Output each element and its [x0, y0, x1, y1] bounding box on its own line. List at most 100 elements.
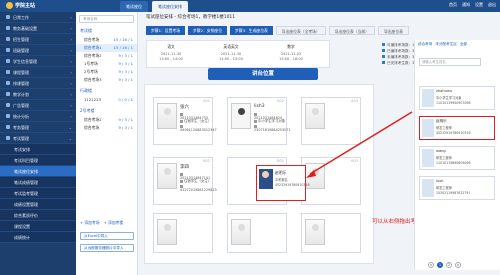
- student-name: lush: [436, 179, 444, 183]
- sidebar-sub-course-settings[interactable]: 课程设置: [0, 221, 76, 232]
- add-building-button[interactable]: + 添加考楼: [104, 220, 124, 226]
- student-tag: 中小学生学习对象: [436, 96, 462, 100]
- tab-bar: 笔试座位 笔试座位安排: [120, 1, 188, 12]
- chevron-right-icon: ›: [70, 14, 72, 20]
- menu-icon: [6, 37, 10, 41]
- student-card[interactable]: zhahuisu 中小学生学习对象 11010119900907098: [419, 86, 495, 110]
- subject-label: 数学: [287, 44, 295, 49]
- room-count: 9 / 3 / 1: [118, 69, 133, 74]
- sidebar-item-class[interactable]: 班级管理 ›: [0, 45, 76, 56]
- menu-icon: [6, 103, 10, 107]
- sidebar-sub-score-settings[interactable]: 成绩设置管理: [0, 199, 76, 210]
- chevron-down-icon: ⌄: [68, 124, 72, 130]
- sidebar-item-ads[interactable]: 广告管理 ›: [0, 100, 76, 111]
- sidebar-item-exam[interactable]: 考试管理 ⌄: [0, 133, 76, 144]
- student-photo: [422, 119, 434, 137]
- sidebar-sub-exam-subject[interactable]: 考试科目管理: [0, 155, 76, 166]
- student-search-input[interactable]: 请输入考生姓名: [419, 58, 481, 66]
- sidebar-sub-seat-arrange[interactable]: 笔试座位安排: [0, 166, 76, 177]
- sidebar-item-exam-affairs[interactable]: 考务管理 ⌄: [0, 122, 76, 133]
- seat-card[interactable]: A01 张六 2021031484753 住宿学生（女生） 4406112088…: [153, 97, 217, 145]
- student-photo: [157, 163, 177, 189]
- list-item[interactable]: 综合考场3 9 / 3 / 1: [76, 76, 137, 84]
- student-phone-value: 41272019861229823: [180, 188, 217, 192]
- student-name: 张六: [180, 105, 189, 110]
- seat-card[interactable]: [301, 213, 361, 253]
- student-photo: [422, 179, 434, 197]
- logout-link[interactable]: 退出: [488, 2, 496, 8]
- room-search-input[interactable]: 考场名称: [79, 15, 134, 23]
- step-2-button[interactable]: 步骤2：安排座位: [188, 26, 227, 35]
- next-page-button[interactable]: >: [455, 262, 461, 268]
- seat-card[interactable]: [227, 213, 287, 253]
- list-item[interactable]: 综合考场2 9 / 3 / 1: [76, 116, 137, 124]
- empty-photo: [157, 219, 177, 245]
- sidebar-sub-exam-arrange[interactable]: 考试安排: [0, 144, 76, 155]
- sidebar-sub-score-stats[interactable]: 成绩统计: [0, 232, 76, 243]
- tab-room[interactable]: 综合考场: [418, 42, 432, 47]
- student-phone-value: 44061120883012347: [180, 128, 217, 132]
- add-room-button[interactable]: + 添加考场: [80, 220, 100, 226]
- list-item[interactable]: 综合考场 9 / 3 / 1: [76, 124, 137, 132]
- seat-card[interactable]: [153, 213, 213, 253]
- page-1-button[interactable]: 1: [437, 262, 443, 268]
- list-item[interactable]: 综合考场 15 / 16 / 1: [76, 36, 137, 44]
- menu-icon: [6, 59, 10, 63]
- pagination: < 1 2 >: [428, 262, 461, 268]
- chevron-right-icon: ›: [70, 25, 72, 31]
- sidebar-item-daily[interactable]: 日常工作 ›: [0, 12, 76, 23]
- list-item[interactable]: 综合考场1 15 / 16 / 1: [76, 44, 137, 52]
- student-card-selected[interactable]: 赵明乐 研发工程师 45232919780910316: [419, 116, 495, 140]
- menu-icon: [6, 114, 10, 118]
- seat-card[interactable]: B01 李四 20210314847141 住宿学生（女生） 412720198…: [153, 157, 217, 205]
- student-state-value: 住宿学生（女生）: [184, 119, 212, 123]
- step-1-button[interactable]: 步骤1：设置考场: [146, 26, 185, 35]
- list-item[interactable]: 1号考场 9 / 3 / 1: [76, 60, 137, 68]
- sidebar-item-plan[interactable]: 教学计划 ›: [0, 89, 76, 100]
- panel-tabs: 综合考场 未分配考生区 全部: [415, 40, 500, 49]
- import-photos-button[interactable]: 从远程服务器照片中导入: [80, 244, 134, 252]
- notify-link[interactable]: 通知: [462, 2, 470, 8]
- room-name: 1121223: [84, 97, 101, 102]
- sidebar-item-base[interactable]: 教务基础设置 ›: [0, 23, 76, 34]
- import-excel-button[interactable]: 从Excel中导入: [80, 232, 134, 240]
- subject-label: 英语英文: [223, 44, 239, 49]
- dragged-student-card[interactable]: 赵明乐 中考报名 45232919780910316: [256, 165, 309, 201]
- student-phone: 44061120883012347: [180, 124, 217, 132]
- export-current-button[interactable]: 导出座位表（当前）: [328, 26, 375, 35]
- tab-unassigned[interactable]: 未分配考生区: [435, 42, 457, 47]
- building-group[interactable]: 2号考楼: [76, 106, 137, 116]
- tab-exam-seat-arrange[interactable]: 笔试座位安排: [152, 1, 188, 12]
- page-2-button[interactable]: 2: [446, 262, 452, 268]
- tab-exam-seat[interactable]: 笔试座位: [120, 1, 148, 12]
- sidebar-item-stats[interactable]: 统计分析 ›: [0, 111, 76, 122]
- room-name: 2号考场: [84, 69, 98, 74]
- sidebar-item-student[interactable]: 学生信息管理 ›: [0, 56, 76, 67]
- room-count: 9 / 3 / 1: [118, 77, 133, 82]
- sidebar-sub-invigilate[interactable]: 考试监考管理: [0, 188, 76, 199]
- list-item[interactable]: 综合考场2 9 / 3 / 1: [76, 52, 137, 60]
- prev-page-button[interactable]: <: [428, 262, 434, 268]
- seat-card[interactable]: A02 lish3 2021031484824 中小学生学习对象 2307161…: [227, 97, 291, 145]
- chevron-right-icon: ›: [70, 91, 72, 97]
- unassigned-students-panel: 综合考场 未分配考生区 全部 请输入考生姓名 zhahuisu 中小学生学习对象…: [414, 40, 500, 270]
- sidebar-item-schedule[interactable]: 排课管理 ›: [0, 78, 76, 89]
- building-group[interactable]: 行政楼: [76, 86, 137, 96]
- sidebar-sub-quality[interactable]: 综合素质评价: [0, 210, 76, 221]
- list-item[interactable]: 1121223 0 / 0 / 1: [76, 96, 137, 104]
- student-card[interactable]: wang 研发工程师 11010119890809098: [419, 146, 495, 170]
- settings-link[interactable]: 设置: [475, 2, 483, 8]
- list-item[interactable]: 2号考场 9 / 3 / 1: [76, 68, 137, 76]
- home-link[interactable]: 首页: [449, 2, 457, 8]
- export-all-button[interactable]: 导出座位表（全考场）: [275, 26, 326, 35]
- tag-icon: [180, 179, 183, 183]
- step-3-button[interactable]: 步骤3：生成座位表: [230, 26, 273, 35]
- sidebar-sub-score[interactable]: 笔试成绩管理: [0, 177, 76, 188]
- building-group[interactable]: 考试楼: [76, 26, 137, 36]
- sidebar-item-course[interactable]: 课程管理 ›: [0, 67, 76, 78]
- sidebar-item-enroll[interactable]: 招生管理 ›: [0, 34, 76, 45]
- tab-all[interactable]: 全部: [460, 42, 467, 47]
- sidebar-item-label: 考试管理: [13, 135, 29, 141]
- export-button[interactable]: 导出座位表: [377, 26, 409, 35]
- student-card[interactable]: lush 研发工程师 15302119987622791: [419, 176, 495, 200]
